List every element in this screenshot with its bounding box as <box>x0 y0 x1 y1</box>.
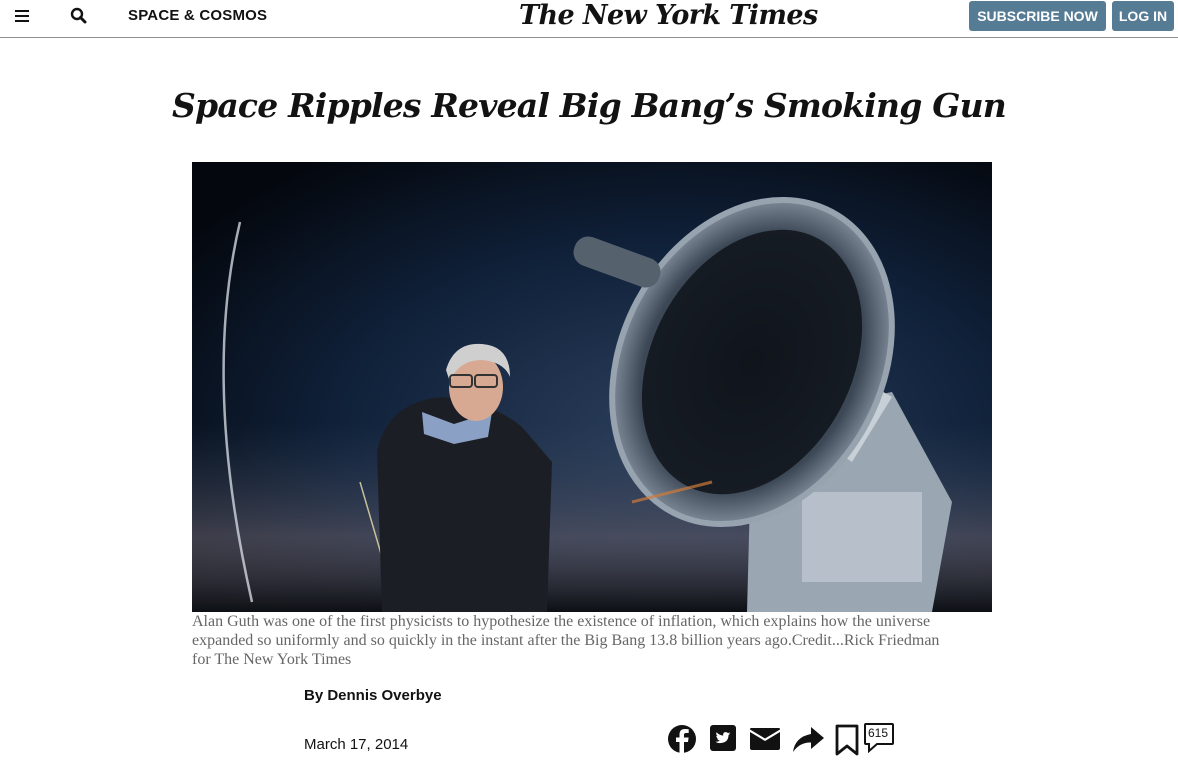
nyt-logo[interactable]: The New York Times <box>519 0 818 31</box>
email-icon[interactable] <box>749 724 781 752</box>
bookmark-icon[interactable] <box>835 724 859 756</box>
twitter-icon[interactable] <box>709 724 737 752</box>
byline[interactable]: By Dennis Overbye <box>304 687 442 704</box>
comment-count[interactable]: 615 <box>868 726 888 740</box>
share-icon[interactable] <box>791 724 825 754</box>
login-button[interactable]: LOG IN <box>1112 1 1174 31</box>
masthead: SPACE & COSMOS The New York Times SUBSCR… <box>0 0 1178 38</box>
search-icon[interactable] <box>70 7 88 25</box>
article-photo <box>192 162 992 612</box>
article-headline: Space Ripples Reveal Big Bang’s Smoking … <box>172 86 1007 125</box>
publish-date: March 17, 2014 <box>304 736 409 753</box>
facebook-icon[interactable] <box>667 724 697 754</box>
hamburger-icon[interactable] <box>14 7 32 25</box>
subscribe-button[interactable]: SUBSCRIBE NOW <box>969 1 1106 31</box>
section-link[interactable]: SPACE & COSMOS <box>128 7 267 24</box>
photo-caption: Alan Guth was one of the first physicist… <box>192 613 940 668</box>
